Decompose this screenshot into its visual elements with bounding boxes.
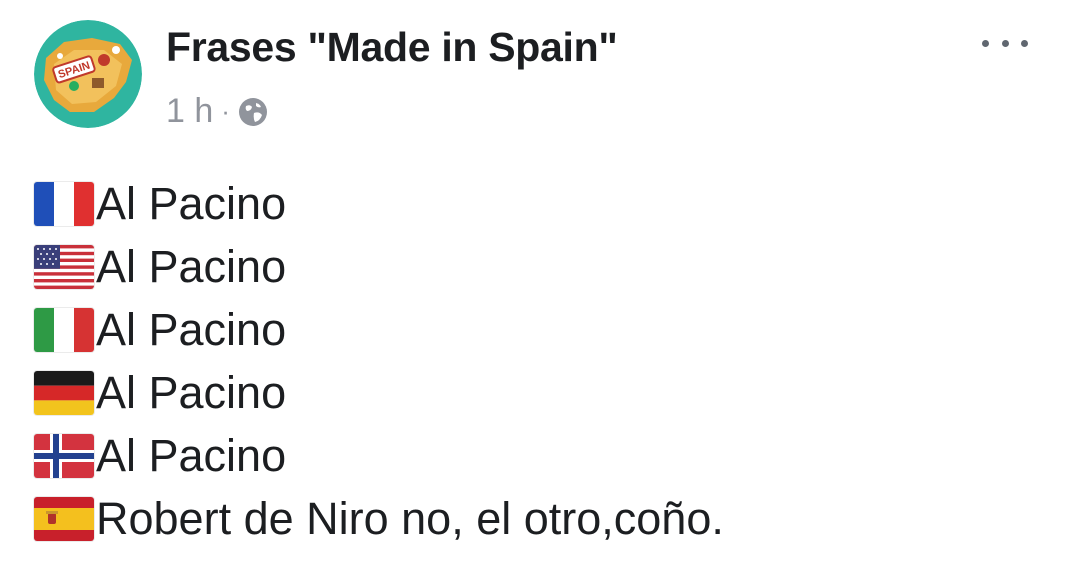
line-text: Al Pacino	[96, 429, 287, 481]
france-flag-icon	[34, 181, 94, 226]
meta-separator: ·	[221, 96, 230, 126]
post-meta: 1 h ·	[166, 92, 268, 131]
post-line: Al Pacino	[34, 298, 724, 361]
facebook-post: SPAIN Frases "Made in Spain" 1 h · Al Pa…	[0, 0, 1080, 567]
globe-icon[interactable]	[238, 97, 268, 127]
page-name-link[interactable]: Frases "Made in Spain"	[166, 24, 618, 71]
more-dot	[982, 39, 989, 47]
usa-flag-icon	[34, 244, 94, 289]
page-avatar[interactable]: SPAIN	[34, 20, 142, 128]
line-text: Al Pacino	[96, 177, 287, 229]
more-dot	[1001, 39, 1009, 47]
norway-flag-icon	[34, 433, 94, 478]
line-text: Robert de Niro no, el otro,coño.	[96, 492, 724, 544]
post-line: Al Pacino	[34, 172, 724, 235]
post-timestamp[interactable]: 1 h	[166, 92, 213, 131]
line-text: Al Pacino	[96, 240, 287, 292]
spain-flag-icon	[34, 496, 94, 541]
line-text: Al Pacino	[96, 303, 287, 355]
post-line: Robert de Niro no, el otro,coño.	[34, 487, 724, 550]
more-dot	[1021, 39, 1028, 47]
post-text: Al Pacino Al Pacino Al Pacino Al Pacino …	[34, 172, 724, 550]
more-options-icon[interactable]	[982, 30, 1028, 56]
post-line: Al Pacino	[34, 424, 724, 487]
post-line: Al Pacino	[34, 361, 724, 424]
line-text: Al Pacino	[96, 366, 287, 418]
italy-flag-icon	[34, 307, 94, 352]
post-line: Al Pacino	[34, 235, 724, 298]
germany-flag-icon	[34, 370, 94, 415]
spain-map-avatar-image: SPAIN	[34, 20, 142, 128]
